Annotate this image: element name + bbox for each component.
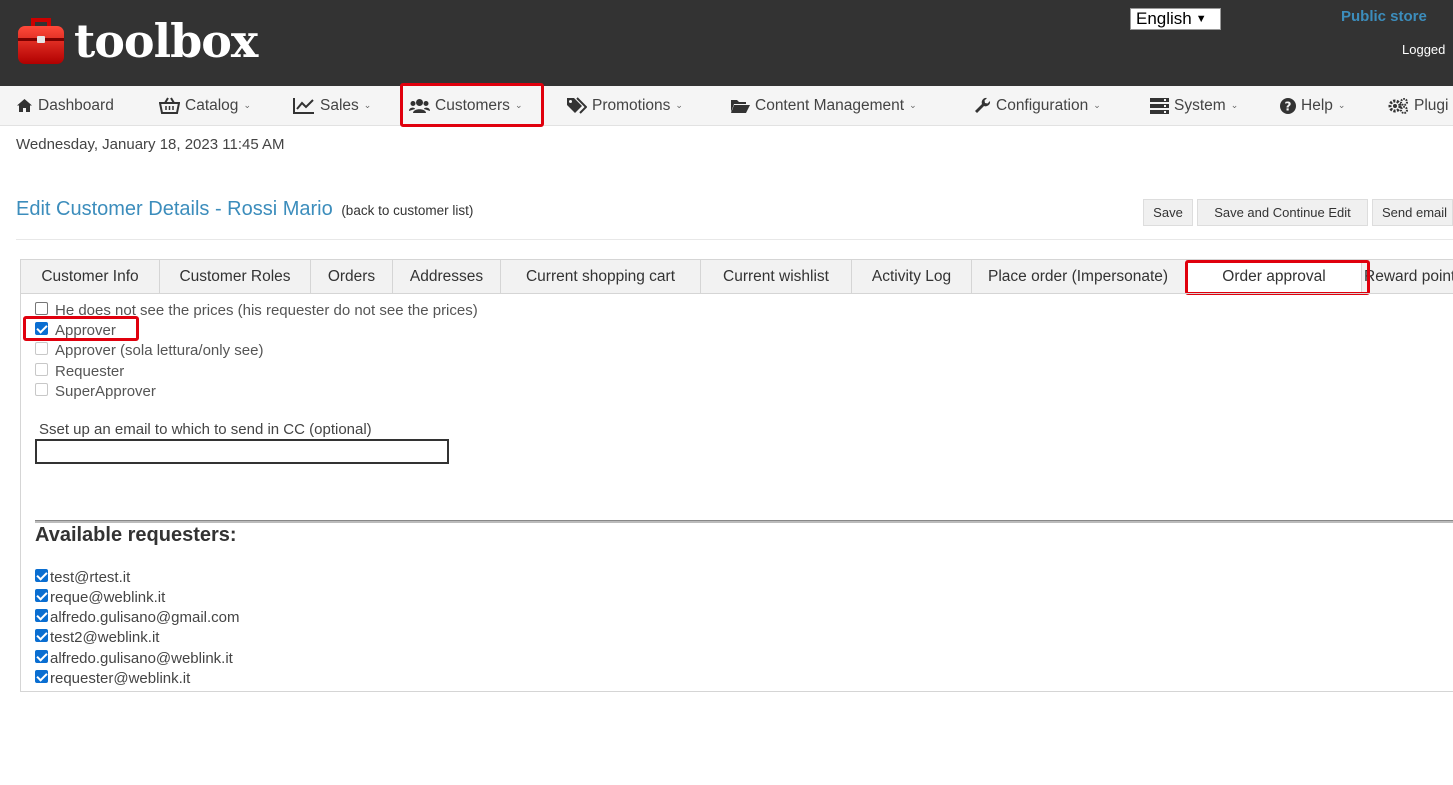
- folder-open-icon: [731, 99, 750, 113]
- tab-place-order[interactable]: Place order (Impersonate): [971, 259, 1187, 294]
- save-button[interactable]: Save: [1143, 199, 1193, 226]
- gears-icon: [1388, 97, 1408, 114]
- nav-label: Configuration: [996, 96, 1089, 114]
- line-chart-icon: [293, 98, 314, 114]
- svg-text:?: ?: [1285, 99, 1292, 113]
- question-circle-icon: ?: [1280, 97, 1296, 114]
- requester-checkbox[interactable]: [35, 362, 48, 376]
- cc-email-input[interactable]: [35, 439, 449, 464]
- requester-item[interactable]: requester@weblink.it: [35, 669, 190, 687]
- chevron-down-icon: ⌄: [1230, 100, 1239, 110]
- chevron-down-icon: ⌄: [1337, 100, 1346, 110]
- requester-item[interactable]: test@rtest.it: [35, 568, 130, 586]
- requester-checkbox[interactable]: [35, 628, 48, 642]
- tab-customer-roles[interactable]: Customer Roles: [159, 259, 311, 294]
- option-superapprover[interactable]: SuperApprover: [35, 382, 156, 400]
- top-header: toolbox English ▼ Public store | Logged: [0, 0, 1453, 86]
- tab-reward-points[interactable]: Reward points: [1361, 259, 1453, 294]
- nav-content-management[interactable]: Content Management ⌄: [730, 86, 917, 125]
- send-email-button[interactable]: Send email: [1372, 199, 1453, 226]
- public-store-link[interactable]: Public store: [1341, 8, 1427, 25]
- section-divider: [35, 520, 1453, 523]
- option-label: SuperApprover: [55, 382, 156, 400]
- chevron-down-icon: ⌄: [363, 100, 372, 110]
- tab-addresses[interactable]: Addresses: [392, 259, 501, 294]
- requester-email: test@rtest.it: [50, 568, 131, 586]
- nav-label: Catalog: [185, 96, 239, 114]
- available-requesters-heading: Available requesters:: [35, 524, 237, 546]
- requester-checkbox[interactable]: [35, 669, 48, 683]
- requester-item[interactable]: test2@weblink.it: [35, 628, 159, 646]
- nav-plugins[interactable]: Plugi: [1387, 86, 1448, 125]
- requester-email: requester@weblink.it: [50, 669, 191, 687]
- toolbox-logo[interactable]: toolbox: [16, 14, 258, 68]
- option-label: Requester: [55, 362, 125, 380]
- page-title-text: Edit Customer Details - Rossi Mario: [16, 198, 333, 220]
- nav-dashboard[interactable]: Dashboard: [16, 86, 114, 125]
- basket-icon: [159, 97, 180, 114]
- nav-system[interactable]: System ⌄: [1150, 86, 1238, 125]
- chevron-down-icon: ⌄: [1093, 100, 1101, 110]
- requester-checkbox[interactable]: [35, 608, 48, 622]
- server-icon: [1150, 97, 1169, 114]
- cc-email-label: Sset up an email to which to send in CC …: [39, 421, 372, 438]
- nav-label: Dashboard: [38, 96, 114, 114]
- tab-orders[interactable]: Orders: [310, 259, 393, 294]
- requester-checkbox[interactable]: [35, 568, 48, 582]
- nav-configuration[interactable]: Configuration ⌄: [974, 86, 1101, 125]
- superapprover-checkbox[interactable]: [35, 382, 48, 396]
- requester-checkbox[interactable]: [35, 649, 48, 663]
- logged-in-text: Logged: [1402, 42, 1446, 57]
- option-approver-read-only[interactable]: Approver (sola lettura/only see): [35, 341, 263, 359]
- nav-help[interactable]: ? Help ⌄: [1280, 86, 1345, 125]
- requester-item[interactable]: reque@weblink.it: [35, 588, 165, 606]
- nav-label: Promotions: [592, 96, 671, 114]
- requester-email: reque@weblink.it: [50, 588, 166, 606]
- logo-text: toolbox: [74, 14, 258, 68]
- language-select[interactable]: English ▼: [1130, 8, 1221, 30]
- requester-item[interactable]: alfredo.gulisano@weblink.it: [35, 649, 233, 667]
- tab-customer-info[interactable]: Customer Info: [20, 259, 160, 294]
- customers-highlight-box: [400, 83, 544, 127]
- requester-item[interactable]: alfredo.gulisano@gmail.com: [35, 608, 240, 626]
- toolbox-logo-icon: [18, 18, 64, 64]
- requester-email: alfredo.gulisano@weblink.it: [50, 649, 233, 667]
- nav-label: System: [1174, 96, 1226, 114]
- chevron-down-icon: ⌄: [909, 100, 917, 110]
- nav-sales[interactable]: Sales ⌄: [293, 86, 371, 125]
- title-divider: [16, 239, 1453, 240]
- requester-email: test2@weblink.it: [50, 628, 160, 646]
- nav-promotions[interactable]: Promotions ⌄: [566, 86, 683, 125]
- main-nav: Dashboard Catalog ⌄ Sales ⌄ Customers ⌄: [0, 86, 1453, 126]
- requester-email: alfredo.gulisano@gmail.com: [50, 608, 240, 626]
- approver-highlight-box: [23, 316, 139, 341]
- current-date: Wednesday, January 18, 2023 11:45 AM: [16, 136, 285, 153]
- tab-current-shopping-cart[interactable]: Current shopping cart: [500, 259, 701, 294]
- nav-catalog[interactable]: Catalog ⌄: [159, 86, 251, 125]
- approver-read-only-checkbox[interactable]: [35, 341, 48, 355]
- wrench-icon: [975, 97, 991, 113]
- back-to-customer-list-link[interactable]: (back to customer list): [341, 203, 473, 218]
- requester-checkbox[interactable]: [35, 588, 48, 602]
- tags-icon: [567, 97, 587, 114]
- page-title: Edit Customer Details - Rossi Mario (bac…: [16, 198, 473, 221]
- save-continue-edit-button[interactable]: Save and Continue Edit: [1197, 199, 1368, 226]
- nav-label: Sales: [320, 96, 359, 114]
- tab-activity-log[interactable]: Activity Log: [851, 259, 972, 294]
- chevron-down-icon: ⌄: [243, 100, 251, 110]
- chevron-down-icon: ⌄: [675, 100, 683, 110]
- home-icon: [17, 99, 32, 112]
- chevron-down-icon: ▼: [1195, 13, 1207, 25]
- option-requester[interactable]: Requester: [35, 362, 124, 380]
- nav-label: Content Management: [755, 96, 905, 114]
- hide-prices-checkbox[interactable]: [35, 301, 48, 315]
- tab-current-wishlist[interactable]: Current wishlist: [700, 259, 852, 294]
- nav-label: Help: [1301, 96, 1333, 114]
- option-label: Approver (sola lettura/only see): [55, 341, 264, 359]
- nav-label: Plugi: [1414, 96, 1449, 114]
- language-selected: English: [1136, 9, 1192, 28]
- order-approval-highlight-box: [1185, 260, 1370, 295]
